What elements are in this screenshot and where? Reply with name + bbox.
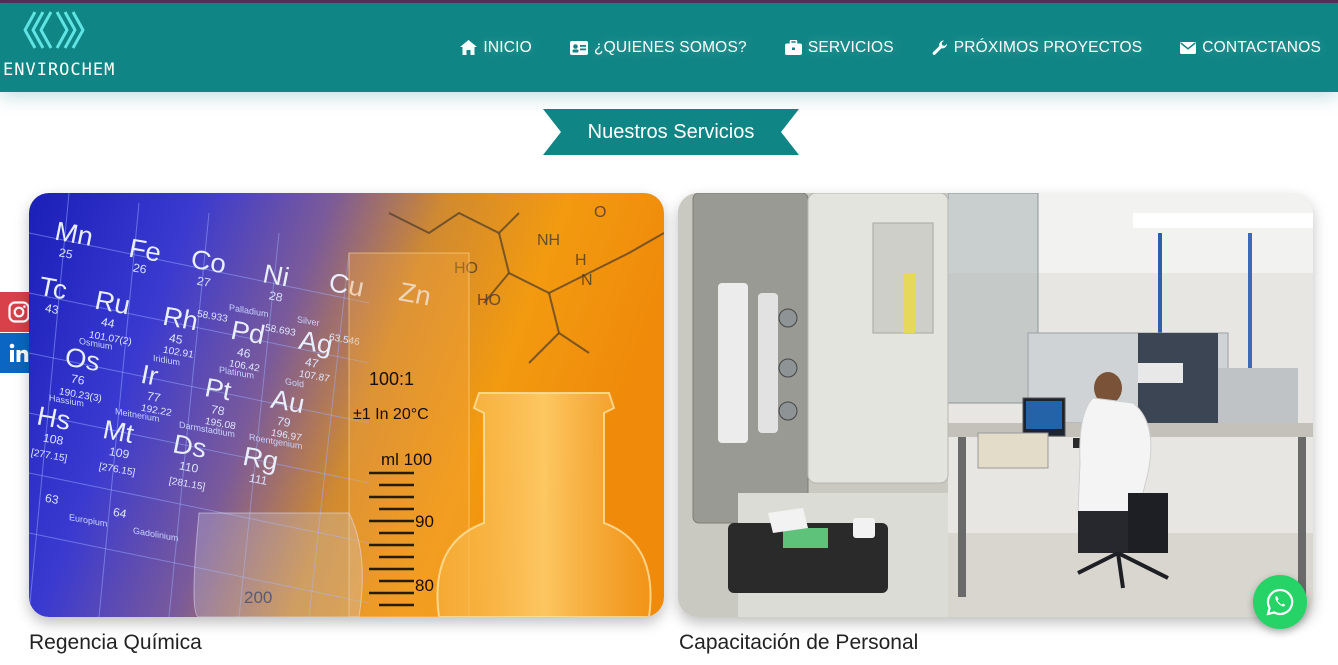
nav-item-contactanos[interactable]: CONTACTANOS [1180,39,1321,57]
brand-name: ENVIROCHEM [3,60,116,80]
nav-item-label: PRÓXIMOS PROYECTOS [953,38,1143,56]
home-icon [460,40,478,55]
beaker-mark: 90 [415,512,434,531]
nav-item-servicios[interactable]: SERVICIOS [784,38,894,57]
atomic-number: 46 [237,345,251,361]
site-header: ENVIROCHEM INICIO ¿QUIENES SOMOS? SERVIC… [0,3,1338,92]
element-text: Ni [263,257,289,292]
atomic-number: 78 [211,402,225,418]
instagram-icon [8,301,30,323]
linkedin-icon [9,343,29,362]
card-caption[interactable]: Capacitación de Personal [679,631,918,655]
element-text: Tc [39,270,67,306]
card-caption[interactable]: Regencia Química [29,631,202,655]
atomic-number: 44 [101,315,115,331]
laboratory-image [678,193,1313,617]
whatsapp-button[interactable] [1253,575,1307,629]
nav-item-proximos-proyectos[interactable]: PRÓXIMOS PROYECTOS [932,39,1143,57]
briefcase-icon [784,40,802,55]
waves-logo-icon [23,11,85,49]
atomic-number: 28 [268,288,283,304]
atomic-number: 47 [305,355,320,371]
molecule-label: H [575,252,587,269]
atomic-number: 25 [58,245,73,261]
atomic-number: 27 [196,274,212,291]
wrench-icon [932,39,947,55]
atomic-number: 79 [277,414,291,430]
whatsapp-icon [1266,588,1294,616]
molecule-label: HO [477,292,501,309]
beaker-temperature: ±1 In 20°C [353,406,429,423]
molecule-label: O [594,204,606,221]
nav-item-quienes-somos[interactable]: ¿QUIENES SOMOS? [569,38,747,57]
atomic-number: 64 [113,505,127,521]
atomic-number: 77 [147,389,162,405]
atomic-number: 43 [45,301,59,317]
atomic-number: 26 [132,260,147,276]
main-nav: INICIO ¿QUIENES SOMOS? SERVICIOS PRÓXIMO… [460,3,1338,92]
section-title-banner: Nuestros Servicios [543,109,799,155]
chemistry-image: Mn Fe Co Ni Cu Zn Tc Ru Rh Pd Ag Os Ir P… [29,193,664,617]
atomic-number: 76 [71,371,85,387]
service-card-regencia-quimica[interactable]: Mn Fe Co Ni Cu Zn Tc Ru Rh Pd Ag Os Ir P… [29,193,664,617]
id-card-icon [569,40,588,55]
nav-item-label: INICIO [483,38,532,56]
beaker-ratio: 100:1 [369,369,414,389]
beaker-volume: ml 100 [381,450,432,469]
nav-item-inicio[interactable]: INICIO [460,39,532,57]
element-text: Pt [205,371,232,407]
nav-item-label: ¿QUIENES SOMOS? [593,38,747,56]
section-title: Nuestros Servicios [587,121,755,143]
molecule-label: N [581,272,593,289]
service-card-capacitacion-personal[interactable] [678,193,1313,617]
element-text: Ag [297,323,332,360]
atomic-number: 63 [45,491,59,507]
molecule-label: NH [537,232,560,249]
envelope-icon [1180,41,1197,54]
nav-item-label: SERVICIOS [807,38,894,56]
beaker-mark: 80 [415,576,434,595]
atomic-number: 45 [169,331,183,347]
nav-item-label: CONTACTANOS [1202,38,1321,56]
brand-logo[interactable]: ENVIROCHEM [3,10,118,82]
